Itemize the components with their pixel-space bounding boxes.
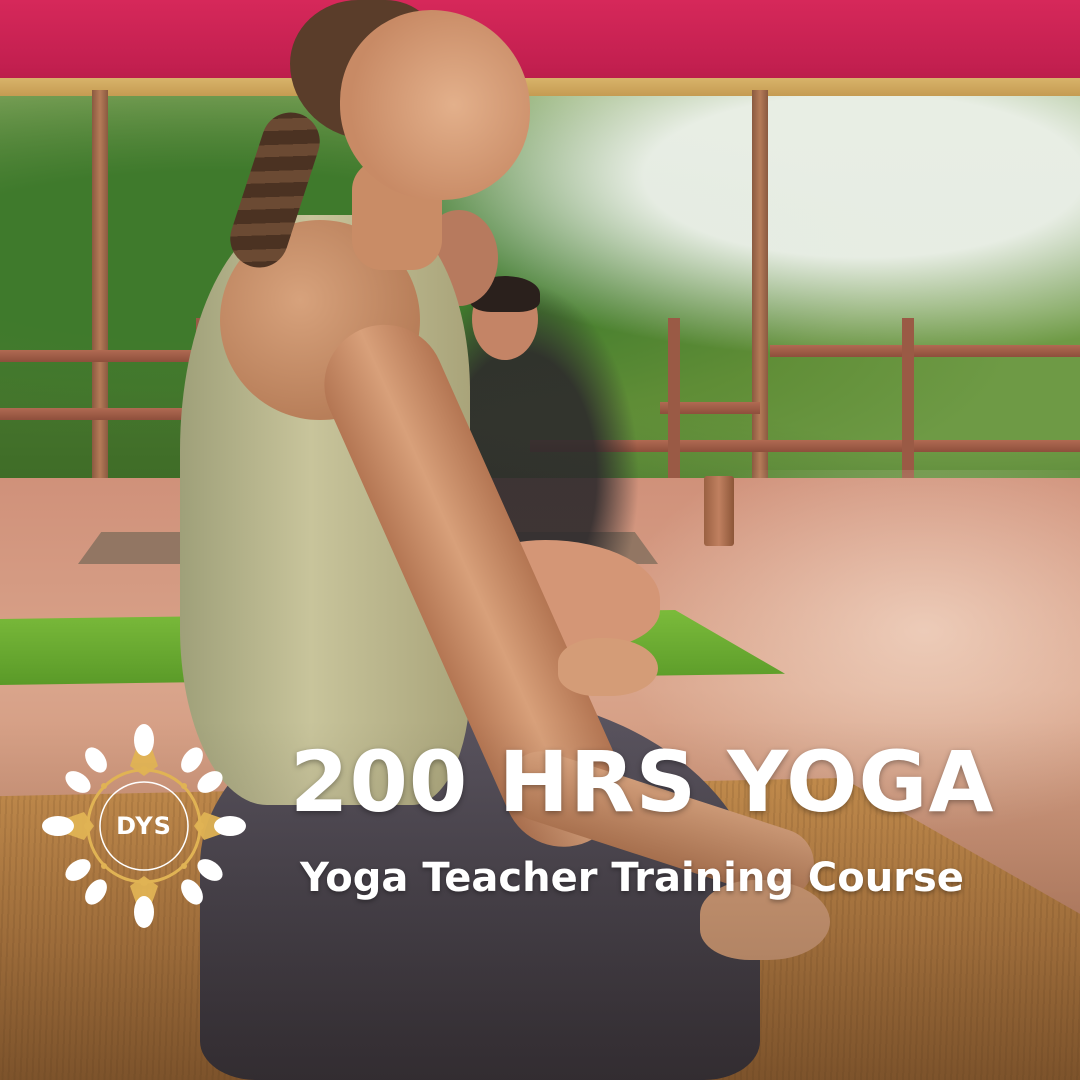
railing-post	[902, 318, 914, 478]
yoga-training-poster: DYS 200 HRS YOGA Yoga Teacher Training C…	[0, 0, 1080, 1080]
railing-post	[668, 318, 680, 478]
subheadline: Yoga Teacher Training Course	[300, 855, 964, 901]
railing-top-left	[0, 350, 220, 362]
canopy-fringe	[0, 78, 1080, 96]
railing-top-right	[770, 345, 1080, 357]
woman-face	[340, 10, 530, 200]
logo-monogram: DYS	[116, 812, 172, 840]
pavilion-post-right	[752, 90, 768, 480]
headline: 200 HRS YOGA	[290, 733, 995, 831]
dys-logo: DYS	[36, 718, 252, 934]
yoga-block	[704, 476, 734, 546]
second-woman-hand	[558, 638, 658, 696]
pavilion-post-left	[92, 90, 108, 480]
